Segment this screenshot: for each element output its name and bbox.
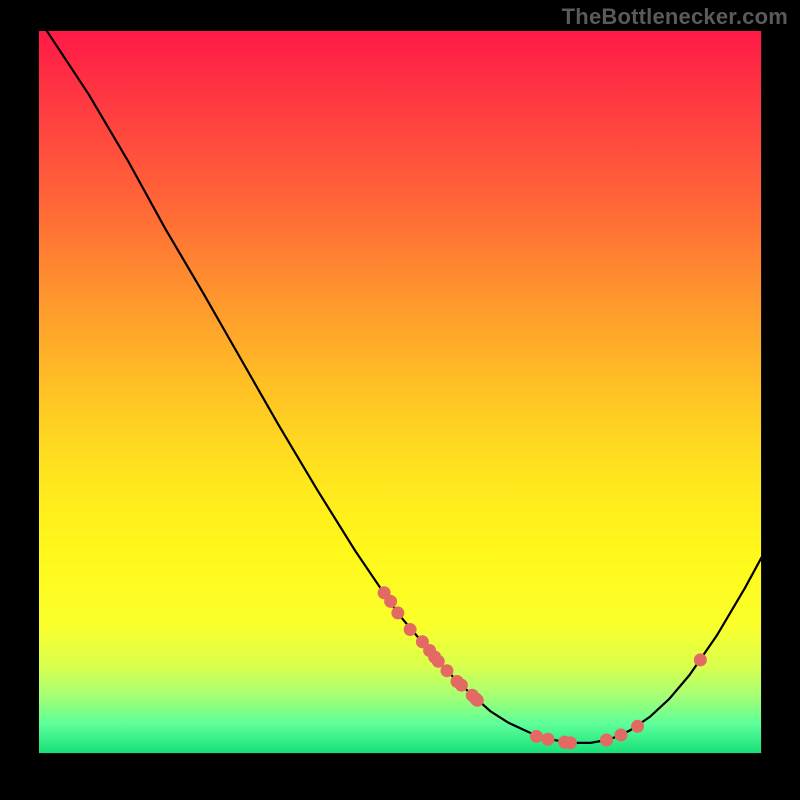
bottleneck-curve [43, 31, 761, 743]
data-points-group [378, 586, 707, 749]
data-point [600, 734, 613, 747]
data-point [455, 679, 468, 692]
data-point [384, 595, 397, 608]
data-point [530, 730, 543, 743]
data-point [614, 728, 627, 741]
data-point [542, 733, 555, 746]
data-point [391, 606, 404, 619]
data-point [694, 653, 707, 666]
data-point [404, 623, 417, 636]
data-point [440, 664, 453, 677]
data-point [631, 720, 644, 733]
data-point [471, 694, 484, 707]
data-point [564, 736, 577, 749]
chart-overlay [39, 31, 761, 753]
source-attribution: TheBottlenecker.com [562, 4, 788, 30]
